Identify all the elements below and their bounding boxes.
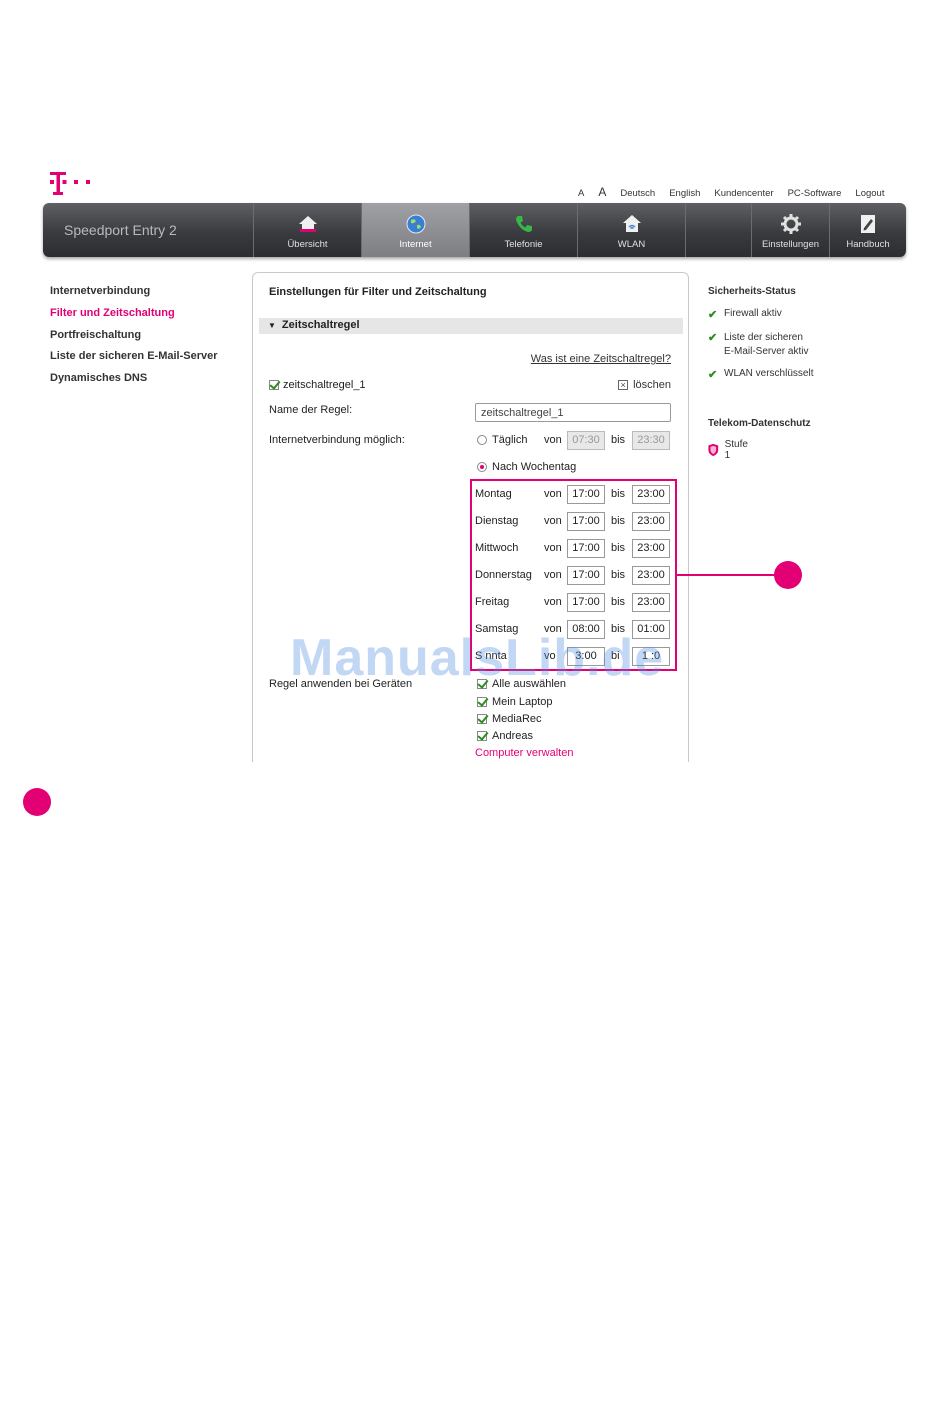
rule-enable-checkbox[interactable] (269, 380, 279, 390)
customer-center-link[interactable]: Kundencenter (714, 188, 773, 199)
daily-bis-label: bis (611, 434, 626, 446)
callout-marker (774, 561, 802, 589)
daily-from-input[interactable]: 07:30 (567, 431, 605, 450)
device-name: Mein Laptop (492, 696, 553, 708)
section-title: Zeitschaltregel (281, 319, 360, 331)
tab-manual-label: Handbuch (846, 239, 890, 250)
main-navbar: Speedport Entry 2 Übersicht Internet Tel… (43, 203, 906, 257)
phone-icon (515, 216, 532, 232)
tab-wlan[interactable]: WLAN (577, 203, 685, 257)
font-large-button[interactable]: A (598, 185, 606, 199)
status-item: ✔ Firewall aktiv (708, 308, 782, 321)
weekday-label: Nach Wochentag (492, 461, 577, 473)
security-status-heading: Sicherheits-Status (708, 286, 796, 297)
privacy-level: Stufe 1 (708, 439, 750, 461)
check-icon: ✔ (708, 332, 718, 344)
tab-settings-label: Einstellungen (761, 239, 820, 250)
language-en-link[interactable]: English (669, 188, 700, 199)
status-text: WLAN verschlüsselt (724, 368, 814, 379)
option-weekday[interactable]: Nach Wochentag (477, 461, 576, 473)
callout-marker-legend (23, 788, 51, 816)
rule-name-heading: zeitschaltregel_1 (283, 379, 366, 391)
daily-label: Täglich (492, 434, 528, 446)
daily-to-input[interactable]: 23:30 (632, 431, 670, 450)
pc-software-link[interactable]: PC-Software (788, 188, 842, 199)
callout-line (677, 574, 777, 576)
telekom-logo (50, 172, 90, 195)
brand-name: Speedport Entry 2 (64, 222, 177, 238)
tab-internet-label: Internet (399, 239, 432, 250)
weekday-highlight-box (470, 479, 677, 671)
shield-icon (708, 443, 719, 457)
font-small-button[interactable]: A (578, 188, 584, 199)
device-name: MediaRec (492, 713, 542, 725)
tab-manual[interactable]: Handbuch (829, 203, 906, 257)
status-item: ✔ Liste der sicheren E-Mail-Server aktiv (708, 331, 808, 359)
tab-overview[interactable]: Übersicht (253, 203, 361, 257)
device-item: Alle auswählen (477, 678, 566, 690)
leftnav-filter-zeitschaltung[interactable]: Filter und Zeitschaltung (50, 307, 218, 329)
device-name: Alle auswählen (492, 678, 566, 690)
manage-computers-link[interactable]: Computer verwalten (475, 747, 573, 759)
privacy-level-text: Stufe 1 (724, 439, 748, 461)
device-item: MediaRec (477, 713, 542, 725)
daily-von-label: von (544, 434, 562, 446)
connection-allowed-label: Internetverbindung möglich: (269, 434, 405, 446)
leftnav-portfreischaltung[interactable]: Portfreischaltung (50, 329, 218, 351)
device-checkbox[interactable] (477, 731, 487, 741)
left-nav: Internetverbindung Filter und Zeitschalt… (50, 285, 218, 394)
status-text: Liste der sicheren E-Mail-Server aktiv (724, 332, 809, 357)
tab-wlan-label: WLAN (617, 239, 646, 250)
tab-settings[interactable]: Einstellungen (751, 203, 829, 257)
panel-title: Einstellungen für Filter und Zeitschaltu… (269, 286, 487, 298)
wlan-house-icon (622, 215, 641, 232)
tab-telephony[interactable]: Telefonie (469, 203, 577, 257)
leftnav-dynamisches-dns[interactable]: Dynamisches DNS (50, 372, 218, 394)
gear-icon (780, 214, 801, 234)
delete-label: löschen (633, 379, 671, 391)
weekday-radio[interactable] (477, 462, 487, 472)
tab-telephony-label: Telefonie (504, 239, 543, 250)
collapse-triangle-icon: ▼ (268, 321, 276, 330)
rule-name-label: Name der Regel: (269, 404, 353, 416)
tab-overview-label: Übersicht (287, 239, 328, 250)
devices-label: Regel anwenden bei Geräten (269, 678, 413, 690)
home-icon (298, 216, 317, 232)
section-header-zeitschaltregel[interactable]: ▼ Zeitschaltregel (259, 318, 683, 334)
leftnav-internetverbindung[interactable]: Internetverbindung (50, 285, 218, 307)
rule-name-input[interactable]: zeitschaltregel_1 (475, 403, 671, 422)
logout-link[interactable]: Logout (855, 188, 884, 199)
device-checkbox[interactable] (477, 714, 487, 724)
leftnav-sichere-email-server[interactable]: Liste der sicheren E-Mail-Server (50, 350, 218, 372)
globe-icon (406, 214, 425, 234)
top-menu: A A Deutsch English Kundencenter PC-Soft… (578, 185, 884, 199)
language-de-link[interactable]: Deutsch (620, 188, 655, 199)
status-item: ✔ WLAN verschlüsselt (708, 368, 813, 381)
device-name: Andreas (492, 730, 533, 742)
check-icon: ✔ (708, 369, 718, 381)
device-checkbox[interactable] (477, 697, 487, 707)
daily-radio[interactable] (477, 435, 487, 445)
delete-x-icon: × (618, 380, 629, 390)
rule-enable-row: zeitschaltregel_1 (269, 379, 366, 391)
privacy-heading: Telekom-Datenschutz (708, 418, 811, 429)
status-text: Firewall aktiv (724, 308, 782, 319)
option-daily[interactable]: Täglich (477, 434, 527, 446)
device-item: Andreas (477, 730, 533, 742)
manual-icon (861, 215, 875, 233)
delete-rule-button[interactable]: × löschen (618, 379, 671, 391)
help-link[interactable]: Was ist eine Zeitschaltregel? (531, 353, 671, 365)
nav-spacer (685, 203, 751, 257)
check-icon: ✔ (708, 309, 718, 321)
device-checkbox[interactable] (477, 679, 487, 689)
tab-internet[interactable]: Internet (361, 203, 469, 257)
device-item: Mein Laptop (477, 696, 553, 708)
